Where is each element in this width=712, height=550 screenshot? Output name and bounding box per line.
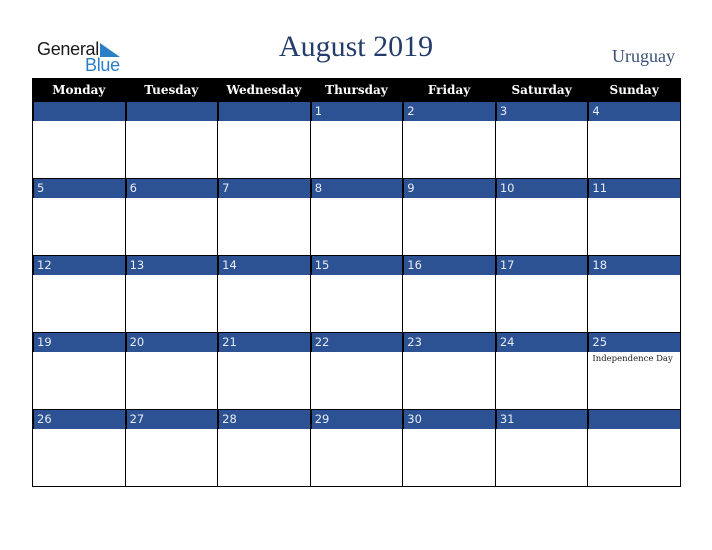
day-number: 26 — [33, 410, 125, 429]
day-number: 19 — [33, 333, 125, 352]
day-number: 2 — [403, 102, 495, 121]
day-cell[interactable]: 26 — [32, 409, 126, 487]
day-number: 24 — [495, 333, 588, 352]
day-number: 18 — [588, 256, 680, 275]
day-cell[interactable]: 6 — [124, 178, 219, 256]
day-number: 5 — [33, 179, 125, 198]
calendar-grid: Monday Tuesday Wednesday Thursday Friday… — [32, 78, 681, 487]
day-cell[interactable]: 29 — [309, 409, 404, 487]
day-cell[interactable]: 10 — [494, 178, 589, 256]
day-cell[interactable]: 28 — [217, 409, 311, 487]
holiday-label: Independence Day — [592, 354, 673, 364]
day-cell[interactable]: 5 — [32, 178, 126, 256]
day-number: 29 — [310, 410, 403, 429]
weekday-header: Sunday — [587, 78, 681, 102]
day-number — [218, 102, 310, 121]
day-number: 21 — [218, 333, 310, 352]
calendar-title: August 2019 — [278, 30, 434, 63]
day-cell[interactable]: 8 — [309, 178, 404, 256]
day-cell[interactable] — [587, 409, 681, 487]
day-cell[interactable]: 24 — [494, 332, 589, 410]
day-cell[interactable]: 19 — [32, 332, 126, 410]
day-number: 11 — [588, 179, 680, 198]
day-number: 12 — [33, 256, 125, 275]
day-number: 3 — [495, 102, 588, 121]
day-number: 9 — [403, 179, 495, 198]
day-number: 31 — [495, 410, 588, 429]
day-cell[interactable]: 18 — [587, 255, 681, 333]
day-cell[interactable] — [32, 101, 126, 179]
day-number: 14 — [218, 256, 310, 275]
week-row: 5 6 7 8 9 10 11 — [32, 178, 681, 256]
day-cell[interactable] — [124, 101, 219, 179]
day-cell[interactable]: 12 — [32, 255, 126, 333]
day-cell[interactable]: 15 — [309, 255, 404, 333]
day-cell[interactable]: 9 — [402, 178, 496, 256]
weekday-header: Tuesday — [124, 78, 219, 102]
day-number: 22 — [310, 333, 403, 352]
day-number: 30 — [403, 410, 495, 429]
day-cell[interactable]: 20 — [124, 332, 219, 410]
day-number: 13 — [125, 256, 218, 275]
day-number: 4 — [588, 102, 680, 121]
day-cell[interactable]: 22 — [309, 332, 404, 410]
day-cell[interactable]: 11 — [587, 178, 681, 256]
day-number: 7 — [218, 179, 310, 198]
weekday-header: Friday — [402, 78, 496, 102]
day-cell[interactable]: 4 — [587, 101, 681, 179]
week-row: 1234 — [32, 101, 681, 179]
day-number: 8 — [310, 179, 403, 198]
day-cell[interactable]: 25 Independence Day — [587, 332, 681, 410]
day-cell[interactable]: 2 — [402, 101, 496, 179]
day-number — [125, 102, 218, 121]
day-cell[interactable]: 16 — [402, 255, 496, 333]
day-number: 10 — [495, 179, 588, 198]
day-cell[interactable]: 23 — [402, 332, 496, 410]
day-number: 6 — [125, 179, 218, 198]
day-number: 28 — [218, 410, 310, 429]
weekday-header: Thursday — [309, 78, 404, 102]
day-cell[interactable]: 7 — [217, 178, 311, 256]
day-number: 27 — [125, 410, 218, 429]
day-number: 1 — [310, 102, 403, 121]
day-cell[interactable]: 3 — [494, 101, 589, 179]
week-row: 19 20 21 22 23 24 25 Independence Day — [32, 332, 681, 410]
day-cell[interactable]: 14 — [217, 255, 311, 333]
day-cell[interactable] — [217, 101, 311, 179]
day-cell[interactable]: 17 — [494, 255, 589, 333]
day-number — [33, 102, 125, 121]
day-number: 23 — [403, 333, 495, 352]
day-cell[interactable]: 21 — [217, 332, 311, 410]
day-cell[interactable]: 1 — [309, 101, 404, 179]
weekday-header-row: Monday Tuesday Wednesday Thursday Friday… — [32, 78, 681, 102]
weekday-header: Monday — [32, 78, 126, 102]
day-cell[interactable]: 13 — [124, 255, 219, 333]
day-cell[interactable]: 27 — [124, 409, 219, 487]
week-row: 12 13 14 15 16 17 18 — [32, 255, 681, 333]
weekday-header: Wednesday — [217, 78, 311, 102]
day-number: 20 — [125, 333, 218, 352]
country-label: Uruguay — [612, 46, 675, 66]
day-number — [588, 410, 680, 429]
day-number: 25 — [588, 333, 680, 352]
day-cell[interactable]: 31 — [494, 409, 589, 487]
day-number: 15 — [310, 256, 403, 275]
day-number: 16 — [403, 256, 495, 275]
day-cell[interactable]: 30 — [402, 409, 496, 487]
weekday-header: Saturday — [494, 78, 589, 102]
week-row: 26 27 28 29 30 31 — [32, 409, 681, 487]
day-number: 17 — [495, 256, 588, 275]
